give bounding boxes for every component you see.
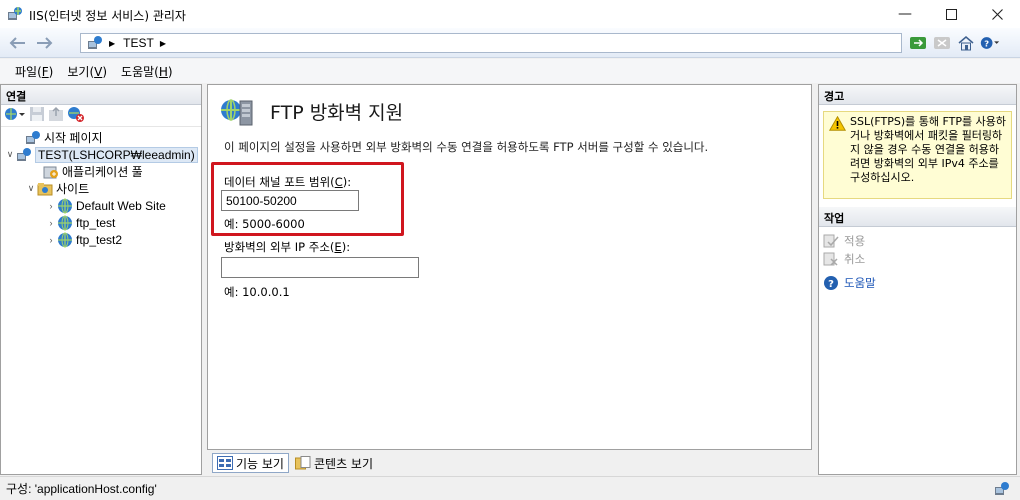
warning-icon [828,115,847,135]
svg-text:?: ? [984,38,989,48]
content-view-icon [294,456,311,470]
breadcrumb-test[interactable]: TEST [123,36,154,50]
tree-item-ftp-test2[interactable]: › ftp_test2 [45,231,122,248]
actions-header: 작업 [819,207,1016,227]
port-range-example: 예: 5000-6000 [224,217,305,231]
forward-button[interactable] [34,32,56,54]
tree-item-sites[interactable]: ∨ 사이트 [25,180,89,197]
maximize-icon [945,8,957,20]
menu-help[interactable]: 도움말(H) [114,63,180,80]
back-button[interactable] [6,32,28,54]
apply-icon [823,234,839,248]
refresh-icon [910,37,926,49]
port-range-input[interactable] [221,190,359,211]
connect-globe-icon[interactable] [4,106,26,125]
help-icon: ? [824,276,838,290]
globe-icon [57,198,73,214]
connections-toolbar [1,105,201,127]
back-arrow-icon [9,37,25,49]
status-text: 구성: 'applicationHost.config' [6,482,157,496]
alert-message-box: SSL(FTPS)를 통해 FTP를 사용하거나 방화벽에서 패킷을 필터링하지… [823,111,1012,199]
expand-chevron-icon[interactable]: › [45,218,57,228]
title-bar: IIS(인터넷 정보 서비스) 관리자 — [0,0,1020,28]
external-ip-example: 예: 10.0.0.1 [224,285,290,299]
features-view-icon [217,456,233,470]
ftp-firewall-icon [220,95,256,127]
expand-chevron-icon[interactable]: › [45,201,57,211]
view-tabs: 기능 보기 콘텐츠 보기 [207,451,812,475]
collapse-chevron-icon[interactable]: ∨ [25,183,37,194]
stop-icon [934,37,950,49]
tab-content-view[interactable]: 콘텐츠 보기 [291,453,377,473]
maximize-button[interactable] [928,0,974,28]
alerts-header: 경고 [819,85,1016,105]
home-button[interactable] [956,33,976,53]
sites-folder-icon [37,181,53,197]
iis-app-icon [7,6,23,22]
address-tools: ? [908,33,1000,53]
disconnect-icon[interactable] [67,106,85,125]
address-bar: ▶ TEST ▶ ? [0,28,1020,58]
menu-file[interactable]: 파일(F) [8,63,60,80]
breadcrumb-separator-icon: ▶ [109,38,116,48]
tab-features-view[interactable]: 기능 보기 [212,453,289,473]
external-ip-input[interactable] [221,257,419,278]
globe-icon [57,215,73,231]
help-dropdown-icon: ? [980,37,1000,49]
close-icon [991,8,1003,20]
menu-view[interactable]: 보기(V) [60,63,114,80]
collapse-chevron-icon[interactable]: ∨ [4,149,16,160]
apply-action[interactable]: 적용 [823,233,865,249]
help-action[interactable]: ? 도움말 [823,275,876,291]
close-button[interactable] [974,0,1020,28]
status-bar: 구성: 'applicationHost.config' [0,476,1020,500]
actions-panel: 경고 SSL(FTPS)를 통해 FTP를 사용하거나 방화벽에서 패킷을 필터… [818,84,1017,475]
tree-item-start-page[interactable]: 시작 페이지 [13,129,103,146]
tree-item-app-pools[interactable]: 애플리케이션 풀 [31,163,143,180]
minimize-button[interactable]: — [882,0,928,28]
forward-arrow-icon [37,37,53,49]
app-pool-icon [43,164,59,180]
page-description: 이 페이지의 설정을 사용하면 외부 방화벽의 수동 연결을 허용하도록 FTP… [224,140,709,154]
breadcrumb-chevron-icon[interactable]: ▶ [160,39,166,48]
external-ip-label: 방화벽의 외부 IP 주소(E): [224,240,351,254]
alert-text: SSL(FTPS)를 통해 FTP를 사용하거나 방화벽에서 패킷을 필터링하지… [850,115,1006,184]
tree-item-ftp-test[interactable]: › ftp_test [45,214,115,231]
home-icon [958,36,974,51]
help-menu-button[interactable]: ? [980,33,1000,53]
start-page-icon [25,130,41,146]
save-icon[interactable] [29,106,45,125]
tree-item-server[interactable]: ∨ TEST(LSHCORP₩leeadmin) [4,146,198,163]
tree-item-default-web-site[interactable]: › Default Web Site [45,197,166,214]
page-title: FTP 방화벽 지원 [270,102,404,124]
server-status-icon [994,481,1010,500]
server-icon [88,36,102,49]
window-title: IIS(인터넷 정보 서비스) 관리자 [29,9,186,23]
expand-chevron-icon[interactable]: › [45,235,57,245]
svg-text:?: ? [828,279,834,290]
cancel-action[interactable]: 취소 [823,251,865,267]
connections-header: 연결 [1,85,201,105]
refresh-button[interactable] [908,33,928,53]
port-range-label: 데이터 채널 포트 범위(C): [224,175,352,189]
up-level-icon[interactable] [48,106,64,125]
globe-icon [57,232,73,248]
connections-panel: 연결 시작 페이지 ∨ TEST(LSHCORP₩leeadmin) 애플리케이… [0,84,202,475]
address-box[interactable]: ▶ TEST ▶ [80,33,902,53]
menu-bar: 파일(F) 보기(V) 도움말(H) [0,59,1020,83]
main-panel: FTP 방화벽 지원 이 페이지의 설정을 사용하면 외부 방화벽의 수동 연결… [207,84,812,450]
cancel-icon [823,252,838,266]
stop-button[interactable] [932,33,952,53]
server-icon [16,147,32,163]
